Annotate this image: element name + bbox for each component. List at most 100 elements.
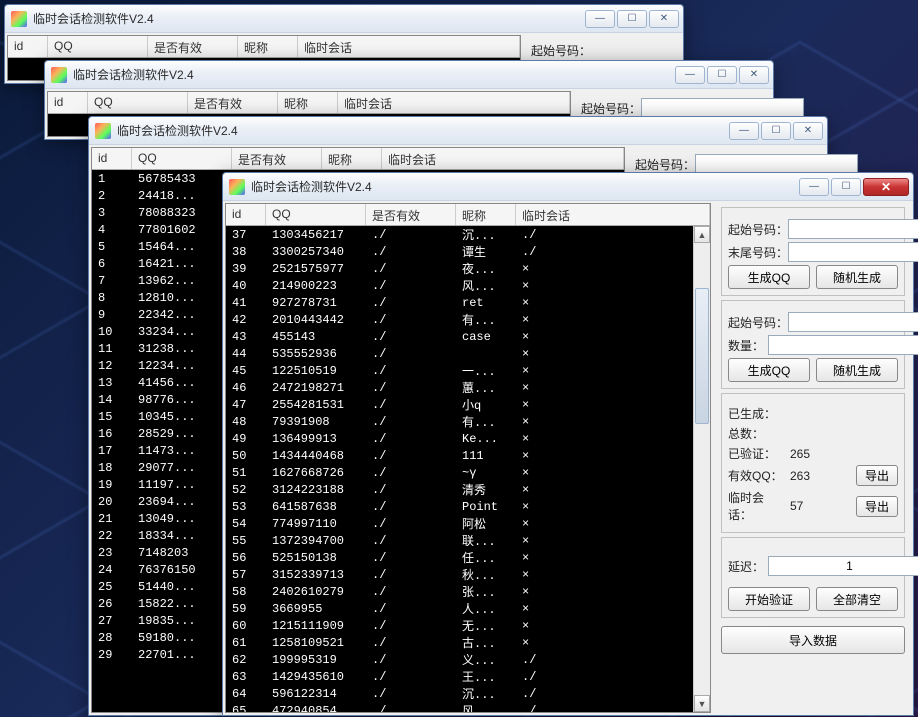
table-row[interactable]: 472554281531./小q× <box>226 396 693 413</box>
scroll-down-icon[interactable]: ▼ <box>694 695 710 712</box>
table-row[interactable]: 64596122314./沉..../ <box>226 685 693 702</box>
table-row[interactable]: 49136499913./Ke...× <box>226 430 693 447</box>
grid-body[interactable]: 371303456217./沉..../383300257340./谭生./39… <box>226 226 693 712</box>
col-session[interactable]: 临时会话 <box>298 36 520 57</box>
table-row[interactable]: 551372394700./联...× <box>226 532 693 549</box>
col-session[interactable]: 临时会话 <box>516 204 710 225</box>
table-row[interactable]: 44535552936./× <box>226 345 693 362</box>
gen-qq-button[interactable]: 生成QQ <box>728 265 810 289</box>
start-verify-button[interactable]: 开始验证 <box>728 587 810 611</box>
table-row[interactable]: 523124223188./清秀× <box>226 481 693 498</box>
export-sess-button[interactable]: 导出 <box>856 496 898 517</box>
table-row[interactable]: 582402610279./张...× <box>226 583 693 600</box>
cell-nick: 清秀 <box>456 481 516 498</box>
end-no-input[interactable] <box>788 242 918 262</box>
table-row[interactable]: 601215111909./无...× <box>226 617 693 634</box>
col-id[interactable]: id <box>226 204 266 225</box>
titlebar[interactable]: 临时会话检测软件V2.4 — ☐ ✕ <box>223 173 913 201</box>
rand-gen-button[interactable]: 随机生成 <box>816 265 898 289</box>
table-row[interactable]: 501434440468./111× <box>226 447 693 464</box>
delay-input[interactable] <box>768 556 918 576</box>
col-nick[interactable]: 昵称 <box>238 36 298 57</box>
maximize-button[interactable]: ☐ <box>831 178 861 196</box>
table-row[interactable]: 40214900223./风...× <box>226 277 693 294</box>
cell-id: 39 <box>226 262 266 276</box>
maximize-button[interactable]: ☐ <box>707 66 737 84</box>
table-row[interactable]: 4879391908./有...× <box>226 413 693 430</box>
scroll-up-icon[interactable]: ▲ <box>694 226 710 243</box>
minimize-button[interactable]: — <box>729 122 759 140</box>
cell-qq: 1372394700 <box>266 534 366 548</box>
start-no-input[interactable] <box>788 219 918 239</box>
cell-qq: 11197... <box>132 478 232 492</box>
close-button[interactable]: ✕ <box>793 122 823 140</box>
maximize-button[interactable]: ☐ <box>761 122 791 140</box>
minimize-button[interactable]: — <box>675 66 705 84</box>
col-nick[interactable]: 昵称 <box>322 148 382 169</box>
rand-gen-button-2[interactable]: 随机生成 <box>816 358 898 382</box>
close-button[interactable]: ✕ <box>739 66 769 84</box>
col-session[interactable]: 临时会话 <box>382 148 624 169</box>
table-row[interactable]: 383300257340./谭生./ <box>226 243 693 260</box>
titlebar[interactable]: 临时会话检测软件V2.4 — ☐ ✕ <box>5 5 683 33</box>
col-qq[interactable]: QQ <box>132 148 232 169</box>
start-no-input[interactable] <box>695 154 858 174</box>
cell-valid: ./ <box>366 279 456 293</box>
minimize-button[interactable]: — <box>585 10 615 28</box>
titlebar[interactable]: 临时会话检测软件V2.4 — ☐ ✕ <box>45 61 773 89</box>
table-row[interactable]: 611258109521./古...× <box>226 634 693 651</box>
table-row[interactable]: 422010443442./有...× <box>226 311 693 328</box>
count-input[interactable] <box>768 335 918 355</box>
table-row[interactable]: 573152339713./秋...× <box>226 566 693 583</box>
col-valid[interactable]: 是否有效 <box>148 36 238 57</box>
close-button[interactable]: ✕ <box>649 10 679 28</box>
col-valid[interactable]: 是否有效 <box>188 92 278 113</box>
col-qq[interactable]: QQ <box>48 36 148 57</box>
col-qq[interactable]: QQ <box>266 204 366 225</box>
col-id[interactable]: id <box>48 92 88 113</box>
table-row[interactable]: 631429435610./王..../ <box>226 668 693 685</box>
col-id[interactable]: id <box>92 148 132 169</box>
export-valid-button[interactable]: 导出 <box>856 465 898 486</box>
table-row[interactable]: 43455143./case× <box>226 328 693 345</box>
scroll-track[interactable] <box>694 243 710 695</box>
titlebar[interactable]: 临时会话检测软件V2.4 — ☐ ✕ <box>89 117 827 145</box>
cell-session: × <box>516 551 576 565</box>
table-row[interactable]: 371303456217./沉..../ <box>226 226 693 243</box>
table-row[interactable]: 53641587638./Point× <box>226 498 693 515</box>
minimize-button[interactable]: — <box>799 178 829 196</box>
table-row[interactable]: 54774997110./阿松× <box>226 515 693 532</box>
cell-session: ./ <box>516 245 576 259</box>
start-no-input[interactable] <box>641 98 804 118</box>
table-row[interactable]: 65472940854./风..../ <box>226 702 693 712</box>
cell-qq: 12234... <box>132 359 232 373</box>
cell-id: 24 <box>92 563 132 577</box>
start-no-input-2[interactable] <box>788 312 918 332</box>
col-qq[interactable]: QQ <box>88 92 188 113</box>
gen-qq-button-2[interactable]: 生成QQ <box>728 358 810 382</box>
col-nick[interactable]: 昵称 <box>278 92 338 113</box>
maximize-button[interactable]: ☐ <box>617 10 647 28</box>
col-id[interactable]: id <box>8 36 48 57</box>
scroll-thumb[interactable] <box>695 288 709 424</box>
table-row[interactable]: 462472198271./蕙...× <box>226 379 693 396</box>
table-row[interactable]: 511627668726./~γ× <box>226 464 693 481</box>
cell-valid: ./ <box>366 347 456 361</box>
table-row[interactable]: 593669955./人...× <box>226 600 693 617</box>
cell-qq: 3669955 <box>266 602 366 616</box>
clear-all-button[interactable]: 全部清空 <box>816 587 898 611</box>
col-valid[interactable]: 是否有效 <box>366 204 456 225</box>
col-session[interactable]: 临时会话 <box>338 92 570 113</box>
scrollbar[interactable]: ▲ ▼ <box>693 226 710 712</box>
table-row[interactable]: 56525150138./任...× <box>226 549 693 566</box>
col-nick[interactable]: 昵称 <box>456 204 516 225</box>
table-row[interactable]: 62199995319./义..../ <box>226 651 693 668</box>
table-row[interactable]: 45122510519./一...× <box>226 362 693 379</box>
close-button[interactable]: ✕ <box>863 178 909 196</box>
import-data-button[interactable]: 导入数据 <box>721 626 905 654</box>
col-valid[interactable]: 是否有效 <box>232 148 322 169</box>
table-row[interactable]: 41927278731./ret× <box>226 294 693 311</box>
table-row[interactable]: 392521575977./夜...× <box>226 260 693 277</box>
cell-id: 27 <box>92 614 132 628</box>
cell-qq: 122510519 <box>266 364 366 378</box>
